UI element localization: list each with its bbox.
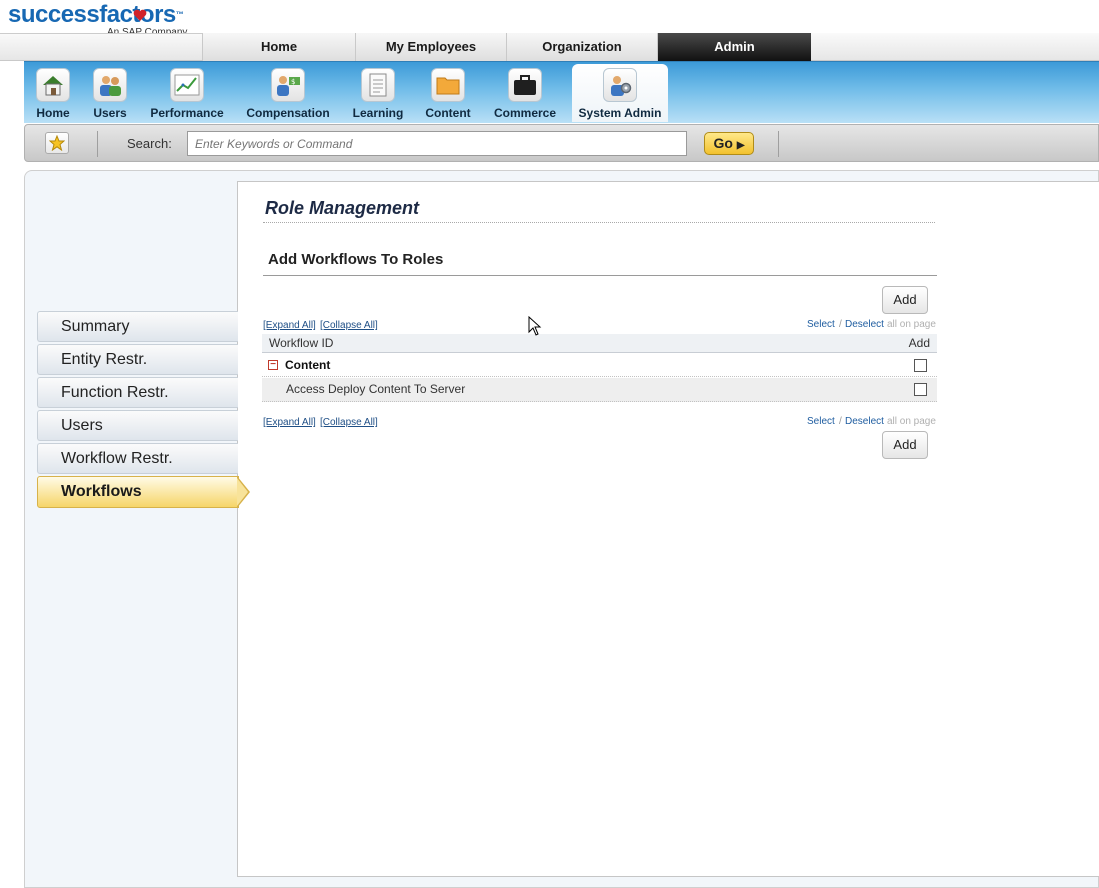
users-icon <box>93 68 127 102</box>
go-label: Go <box>713 135 733 151</box>
table-header: Workflow ID Add <box>262 334 937 353</box>
svg-text:$: $ <box>291 78 295 86</box>
add-button-top[interactable]: Add <box>882 286 928 314</box>
search-bar: Search: Go ▶ <box>24 124 1099 162</box>
group-label: Content <box>285 358 331 372</box>
add-button-bottom[interactable]: Add <box>882 431 928 459</box>
deselect-all-link[interactable]: Deselect <box>845 319 884 330</box>
select-all-link[interactable]: Select <box>807 319 835 330</box>
nav-commerce[interactable]: Commerce <box>490 64 560 122</box>
go-button[interactable]: Go ▶ <box>704 132 754 155</box>
side-item-function-restr[interactable]: Function Restr. <box>37 377 238 408</box>
all-on-page-text: all on page <box>887 319 936 330</box>
nav-home[interactable]: Home <box>30 64 76 122</box>
side-item-summary[interactable]: Summary <box>37 311 238 342</box>
select-separator-bottom: / <box>839 416 842 427</box>
heart-icon <box>133 9 147 21</box>
side-item-entity-restr[interactable]: Entity Restr. <box>37 344 238 375</box>
module-toolbar: Home Users Performance $ Compensation Le… <box>24 61 1099 123</box>
star-icon <box>49 135 65 151</box>
all-on-page-text-bottom: all on page <box>887 416 936 427</box>
nav-learning[interactable]: Learning <box>350 64 406 122</box>
nav-home-label: Home <box>36 106 70 120</box>
section-divider <box>263 275 937 276</box>
tab-home[interactable]: Home <box>202 33 355 61</box>
search-label: Search: <box>127 136 172 151</box>
workflow-label: Access Deploy Content To Server <box>286 382 466 396</box>
collapse-all-link[interactable]: [Collapse All] <box>320 320 378 331</box>
group-add-checkbox[interactable] <box>914 359 927 372</box>
nav-users[interactable]: Users <box>85 64 135 122</box>
logo-wordmark: successfactors <box>8 1 176 28</box>
nav-learning-label: Learning <box>352 106 404 120</box>
column-add: Add <box>908 336 930 350</box>
side-item-workflows[interactable]: Workflows <box>37 476 239 508</box>
nav-compensation[interactable]: $ Compensation <box>245 64 331 122</box>
nav-content[interactable]: Content <box>421 64 475 122</box>
top-navigation-tabs: Home My Employees Organization Admin <box>0 33 1099 61</box>
nav-content-label: Content <box>425 106 471 120</box>
side-item-users[interactable]: Users <box>37 410 238 441</box>
side-item-workflow-restr[interactable]: Workflow Restr. <box>37 443 238 474</box>
expand-all-link[interactable]: [Expand All] <box>263 320 316 331</box>
content-panel <box>237 181 1099 877</box>
select-separator: / <box>839 319 842 330</box>
toolbar-divider <box>778 131 779 157</box>
tab-admin[interactable]: Admin <box>657 33 811 61</box>
collapse-minus-icon[interactable]: − <box>268 360 278 370</box>
logo-trademark: ™ <box>175 10 184 19</box>
select-all-link-bottom[interactable]: Select <box>807 416 835 427</box>
system-admin-icon <box>603 68 637 102</box>
table-row: Access Deploy Content To Server <box>262 378 937 402</box>
nav-system-admin-label: System Admin <box>578 106 662 120</box>
folder-icon <box>431 68 465 102</box>
home-icon <box>36 68 70 102</box>
expand-all-link-bottom[interactable]: [Expand All] <box>263 417 316 428</box>
briefcase-icon <box>508 68 542 102</box>
group-row-content: − Content <box>262 354 937 377</box>
nav-compensation-label: Compensation <box>246 106 330 120</box>
tab-my-employees[interactable]: My Employees <box>355 33 506 61</box>
nav-users-label: Users <box>93 106 127 120</box>
page-title: Role Management <box>265 198 420 218</box>
nav-performance-label: Performance <box>150 106 224 120</box>
nav-commerce-label: Commerce <box>493 106 557 120</box>
nav-system-admin[interactable]: System Admin <box>572 64 668 122</box>
nav-performance[interactable]: Performance <box>148 64 226 122</box>
compensation-icon: $ <box>271 68 305 102</box>
collapse-all-link-bottom[interactable]: [Collapse All] <box>320 417 378 428</box>
title-divider <box>263 222 935 223</box>
column-workflow-id: Workflow ID <box>269 336 334 350</box>
play-arrow-icon: ▶ <box>736 140 745 151</box>
toolbar-divider <box>97 131 98 157</box>
tab-organization[interactable]: Organization <box>506 33 657 61</box>
favorites-button[interactable] <box>45 132 69 154</box>
section-title: Add Workflows To Roles <box>268 251 444 268</box>
row-add-checkbox[interactable] <box>914 383 927 396</box>
mouse-cursor-icon <box>528 316 542 336</box>
performance-chart-icon <box>170 68 204 102</box>
deselect-all-link-bottom[interactable]: Deselect <box>845 416 884 427</box>
document-icon <box>361 68 395 102</box>
search-input[interactable] <box>187 131 687 156</box>
